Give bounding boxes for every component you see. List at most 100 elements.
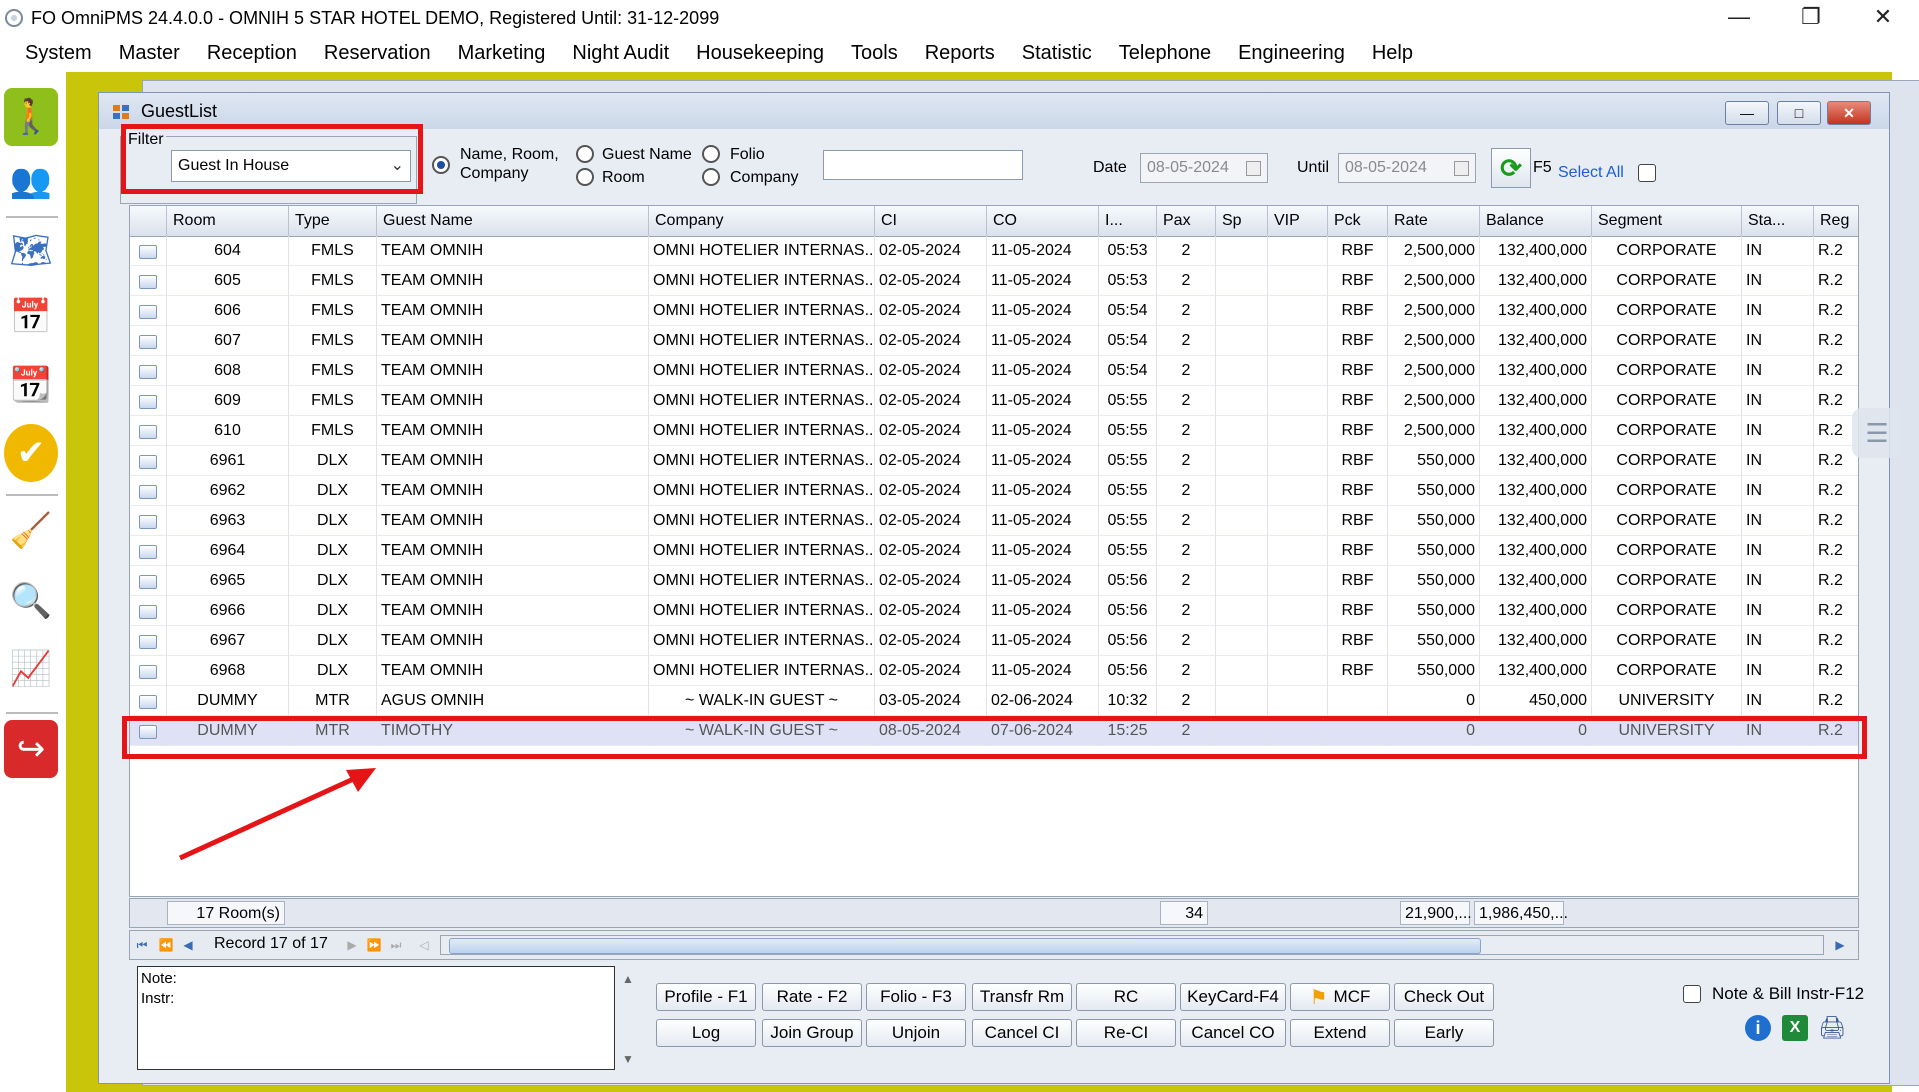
prev-record-icon[interactable]: ◀ — [178, 935, 198, 955]
guestlist-restore-button[interactable]: □ — [1777, 101, 1821, 125]
first-record-icon[interactable]: ⏮ — [132, 935, 152, 955]
column-header-rate[interactable]: Rate — [1388, 206, 1480, 236]
early-button[interactable]: Early — [1394, 1019, 1494, 1047]
search-input[interactable] — [823, 150, 1023, 180]
next-record-icon[interactable]: ▶ — [342, 935, 362, 955]
analytics-icon[interactable]: 🔍 — [4, 572, 58, 630]
table-row[interactable]: 6963 DLX TEAM OMNIH OMNI HOTELIER INTERNAS.… — [130, 506, 1858, 536]
row-selector[interactable] — [130, 416, 167, 446]
menu-help[interactable]: Help — [1372, 42, 1413, 65]
walk-in-icon[interactable]: 🚶 — [4, 88, 58, 146]
guests-icon[interactable]: 👥 — [4, 152, 58, 210]
rc-button[interactable]: RC — [1076, 983, 1176, 1011]
menu-reports[interactable]: Reports — [925, 42, 995, 65]
column-header-pax[interactable]: Pax — [1157, 206, 1216, 236]
minimize-button[interactable]: — — [1703, 0, 1775, 34]
menu-telephone[interactable]: Telephone — [1119, 42, 1211, 65]
guestlist-minimize-button[interactable]: — — [1725, 101, 1769, 125]
row-selector[interactable] — [130, 566, 167, 596]
column-header-ci[interactable]: CI — [875, 206, 987, 236]
maximize-button[interactable]: ❐ — [1775, 0, 1847, 34]
scroll-up-icon[interactable]: ▲ — [622, 972, 634, 986]
column-header-type[interactable]: Type — [289, 206, 377, 236]
row-selector[interactable] — [130, 506, 167, 536]
availability-icon[interactable]: ✔ — [4, 424, 58, 482]
housekeeping-icon[interactable]: 🧹 — [4, 502, 58, 560]
info-icon[interactable]: i — [1745, 1015, 1771, 1041]
column-header-sp[interactable]: Sp — [1216, 206, 1268, 236]
unjoin-button[interactable]: Unjoin — [866, 1019, 966, 1047]
table-row[interactable]: 604 FMLS TEAM OMNIH OMNI HOTELIER INTERNAS.… — [130, 236, 1858, 266]
refresh-icon[interactable]: ⟳ — [1491, 148, 1531, 188]
note-box[interactable]: Note: Instr: — [137, 966, 615, 1070]
select-all-link[interactable]: Select All — [1558, 164, 1624, 182]
profile-f1-button[interactable]: Profile - F1 — [656, 983, 756, 1011]
row-selector[interactable] — [130, 446, 167, 476]
column-header-company[interactable]: Company — [649, 206, 875, 236]
row-selector[interactable] — [130, 626, 167, 656]
column-header-room[interactable]: Room — [167, 206, 289, 236]
date-field[interactable]: 08-05-2024 — [1140, 153, 1268, 183]
re-ci-button[interactable]: Re-CI — [1076, 1019, 1176, 1047]
column-header-balance[interactable]: Balance — [1480, 206, 1592, 236]
table-row[interactable]: 606 FMLS TEAM OMNIH OMNI HOTELIER INTERNAS.… — [130, 296, 1858, 326]
column-header-segment[interactable]: Segment — [1592, 206, 1742, 236]
row-selector[interactable] — [130, 476, 167, 506]
table-row[interactable]: 608 FMLS TEAM OMNIH OMNI HOTELIER INTERNAS.… — [130, 356, 1858, 386]
prev-page-icon[interactable]: ⏪ — [156, 935, 176, 955]
table-row[interactable]: 6964 DLX TEAM OMNIH OMNI HOTELIER INTERNAS.… — [130, 536, 1858, 566]
row-selector[interactable] — [130, 356, 167, 386]
next-page-icon[interactable]: ⏩ — [364, 935, 384, 955]
add-record-icon[interactable]: ◁ — [414, 935, 434, 955]
menu-statistic[interactable]: Statistic — [1022, 42, 1092, 65]
menu-reception[interactable]: Reception — [207, 42, 297, 65]
row-selector[interactable] — [130, 596, 167, 626]
horizontal-scrollbar[interactable] — [440, 935, 1824, 955]
calendar-picker-icon[interactable] — [1454, 161, 1469, 176]
column-header-reg[interactable]: Reg — [1814, 206, 1858, 236]
column-header-sta[interactable]: Sta... — [1742, 206, 1814, 236]
column-header-pck[interactable]: Pck — [1328, 206, 1388, 236]
menu-master[interactable]: Master — [119, 42, 180, 65]
row-selector[interactable] — [130, 236, 167, 266]
row-selector[interactable] — [130, 386, 167, 416]
print-icon[interactable]: 🖨 — [1818, 1015, 1846, 1041]
close-button[interactable]: ✕ — [1847, 0, 1919, 34]
scroll-down-icon[interactable]: ▼ — [622, 1052, 634, 1066]
exit-icon[interactable]: ↪ — [4, 720, 58, 778]
row-selector[interactable] — [130, 656, 167, 686]
column-header-co[interactable]: CO — [987, 206, 1099, 236]
excel-export-icon[interactable]: X — [1782, 1015, 1808, 1041]
report-chart-icon[interactable]: 📈 — [4, 640, 58, 698]
calendar-picker-icon[interactable] — [1246, 161, 1261, 176]
radio-name-room-company[interactable] — [432, 156, 450, 174]
table-row[interactable]: 607 FMLS TEAM OMNIH OMNI HOTELIER INTERNAS.… — [130, 326, 1858, 356]
guestlist-close-button[interactable]: ✕ — [1827, 101, 1871, 125]
column-header-i[interactable]: I... — [1099, 206, 1157, 236]
radio-room[interactable] — [576, 168, 594, 186]
folio-f3-button[interactable]: Folio - F3 — [866, 983, 966, 1011]
table-row[interactable]: 610 FMLS TEAM OMNIH OMNI HOTELIER INTERNAS.… — [130, 416, 1858, 446]
table-row[interactable]: DUMMY MTR AGUS OMNIH ~ WALK-IN GUEST ~03-05… — [130, 686, 1858, 716]
extend-button[interactable]: Extend — [1290, 1019, 1390, 1047]
menu-system[interactable]: System — [25, 42, 92, 65]
table-row[interactable]: 605 FMLS TEAM OMNIH OMNI HOTELIER INTERNAS.… — [130, 266, 1858, 296]
column-header-vip[interactable]: VIP — [1268, 206, 1328, 236]
table-row[interactable]: 6966 DLX TEAM OMNIH OMNI HOTELIER INTERNAS.… — [130, 596, 1858, 626]
keycard-f4-button[interactable]: KeyCard-F4 — [1180, 983, 1286, 1011]
menu-reservation[interactable]: Reservation — [324, 42, 431, 65]
log-button[interactable]: Log — [656, 1019, 756, 1047]
last-record-icon[interactable]: ⏭ — [386, 935, 406, 955]
select-all-checkbox[interactable] — [1638, 164, 1656, 182]
radio-company[interactable] — [702, 168, 720, 186]
cancel-co-button[interactable]: Cancel CO — [1180, 1019, 1286, 1047]
join-group-button[interactable]: Join Group — [762, 1019, 862, 1047]
row-selector[interactable] — [130, 686, 167, 716]
radio-guest-name[interactable] — [576, 145, 594, 163]
calendar-2023-icon[interactable]: 📆 — [4, 356, 58, 414]
note-bill-checkbox[interactable] — [1683, 985, 1701, 1003]
menu-engineering[interactable]: Engineering — [1238, 42, 1345, 65]
table-row[interactable]: 6968 DLX TEAM OMNIH OMNI HOTELIER INTERNAS.… — [130, 656, 1858, 686]
menu-tools[interactable]: Tools — [851, 42, 898, 65]
menu-marketing[interactable]: Marketing — [458, 42, 546, 65]
